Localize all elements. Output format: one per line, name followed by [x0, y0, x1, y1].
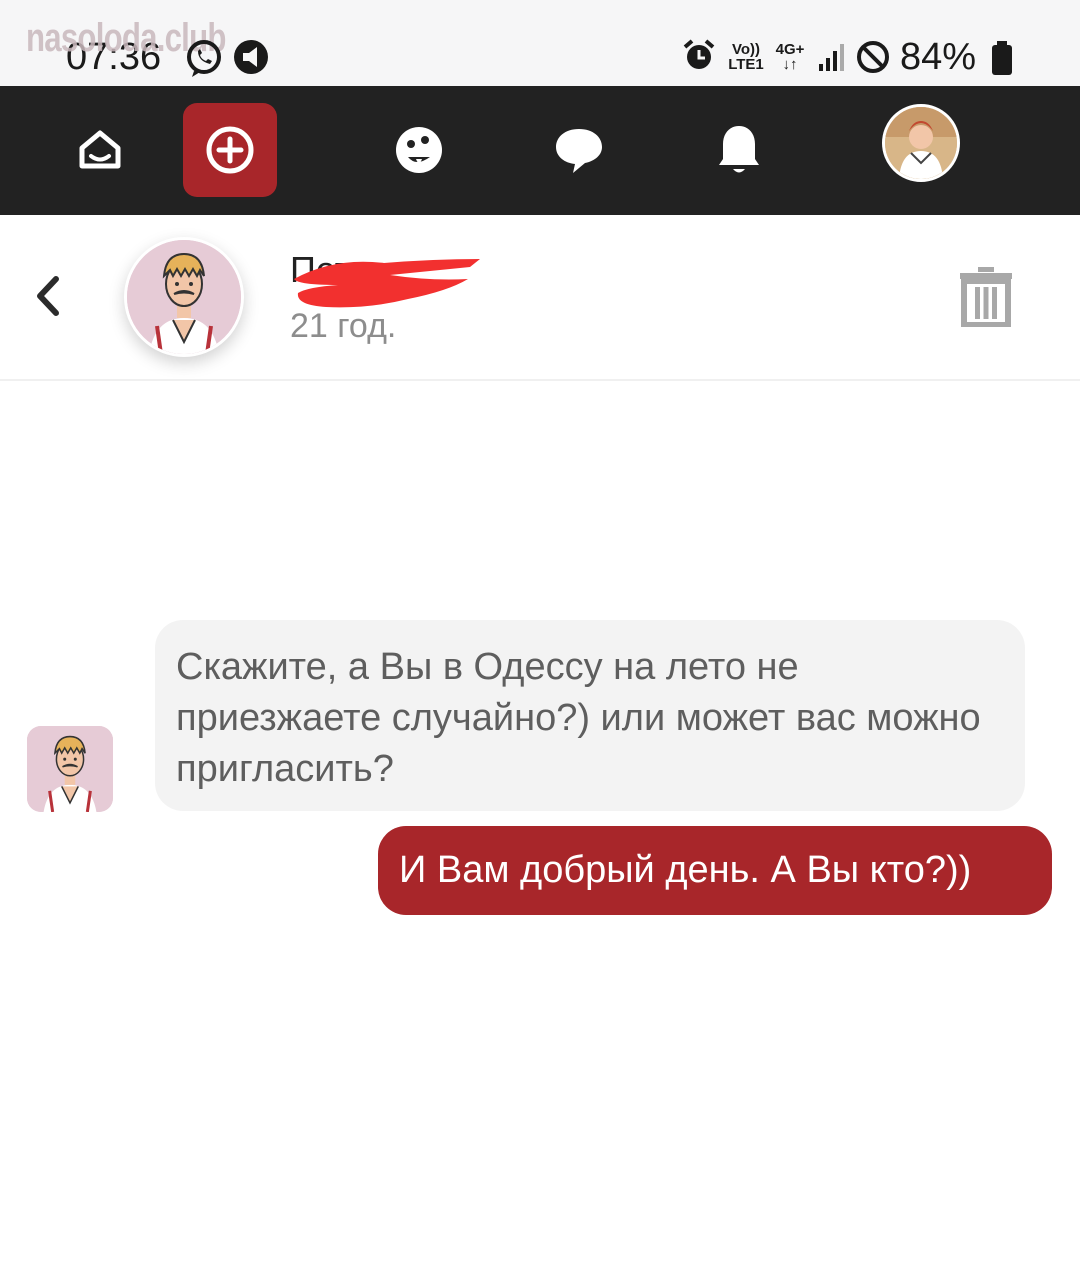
dnd-icon: [857, 41, 889, 73]
trash-icon[interactable]: [958, 265, 1014, 327]
nav-emoji-button[interactable]: [372, 103, 466, 197]
signal-icon: [819, 44, 844, 71]
network-4g-text: 4G+: [775, 41, 805, 58]
network-arrows-icon: ↓↑: [782, 56, 798, 73]
chat-header: Петя 21 год.: [0, 215, 1080, 381]
chat-icon: [556, 129, 602, 173]
media-icon: [234, 40, 268, 74]
nav-add-button[interactable]: [183, 103, 277, 197]
viber-icon: [187, 40, 221, 77]
nav-notifications-button[interactable]: [692, 103, 786, 197]
outgoing-message-bubble[interactable]: И Вам добрый день. А Вы кто?)): [378, 826, 1052, 915]
status-bar: 07:36 nasoloda.club Vo)) LTE1 4G+ ↓↑ 84%: [0, 0, 1080, 86]
profile-avatar-image: [885, 107, 957, 179]
contact-avatar-image: [127, 240, 241, 354]
home-icon: [79, 130, 121, 169]
contact-age: 21 год.: [290, 307, 397, 345]
profile-avatar[interactable]: [882, 104, 960, 182]
incoming-message-bubble[interactable]: Скажите, а Вы в Одессу на лето не приезж…: [155, 620, 1025, 811]
contact-avatar[interactable]: [124, 237, 244, 357]
sender-avatar-image: [27, 726, 113, 812]
network-volte-label: Vo)) LTE1: [724, 42, 768, 72]
network-volte-top: Vo)): [731, 41, 761, 58]
nav-messages-button[interactable]: [532, 103, 626, 197]
nav-home-button[interactable]: [53, 103, 147, 197]
top-navigation: [0, 86, 1080, 215]
add-icon: [206, 126, 254, 174]
bell-icon: [719, 126, 759, 173]
emoji-icon: [396, 127, 442, 173]
network-volte-bottom: LTE1: [728, 56, 764, 73]
network-4g-label: 4G+ ↓↑: [772, 42, 808, 72]
battery-icon: [992, 41, 1012, 75]
back-icon[interactable]: [28, 271, 68, 321]
battery-percent: 84%: [900, 36, 977, 78]
alarm-icon: [683, 39, 715, 69]
sender-avatar[interactable]: [27, 726, 113, 812]
